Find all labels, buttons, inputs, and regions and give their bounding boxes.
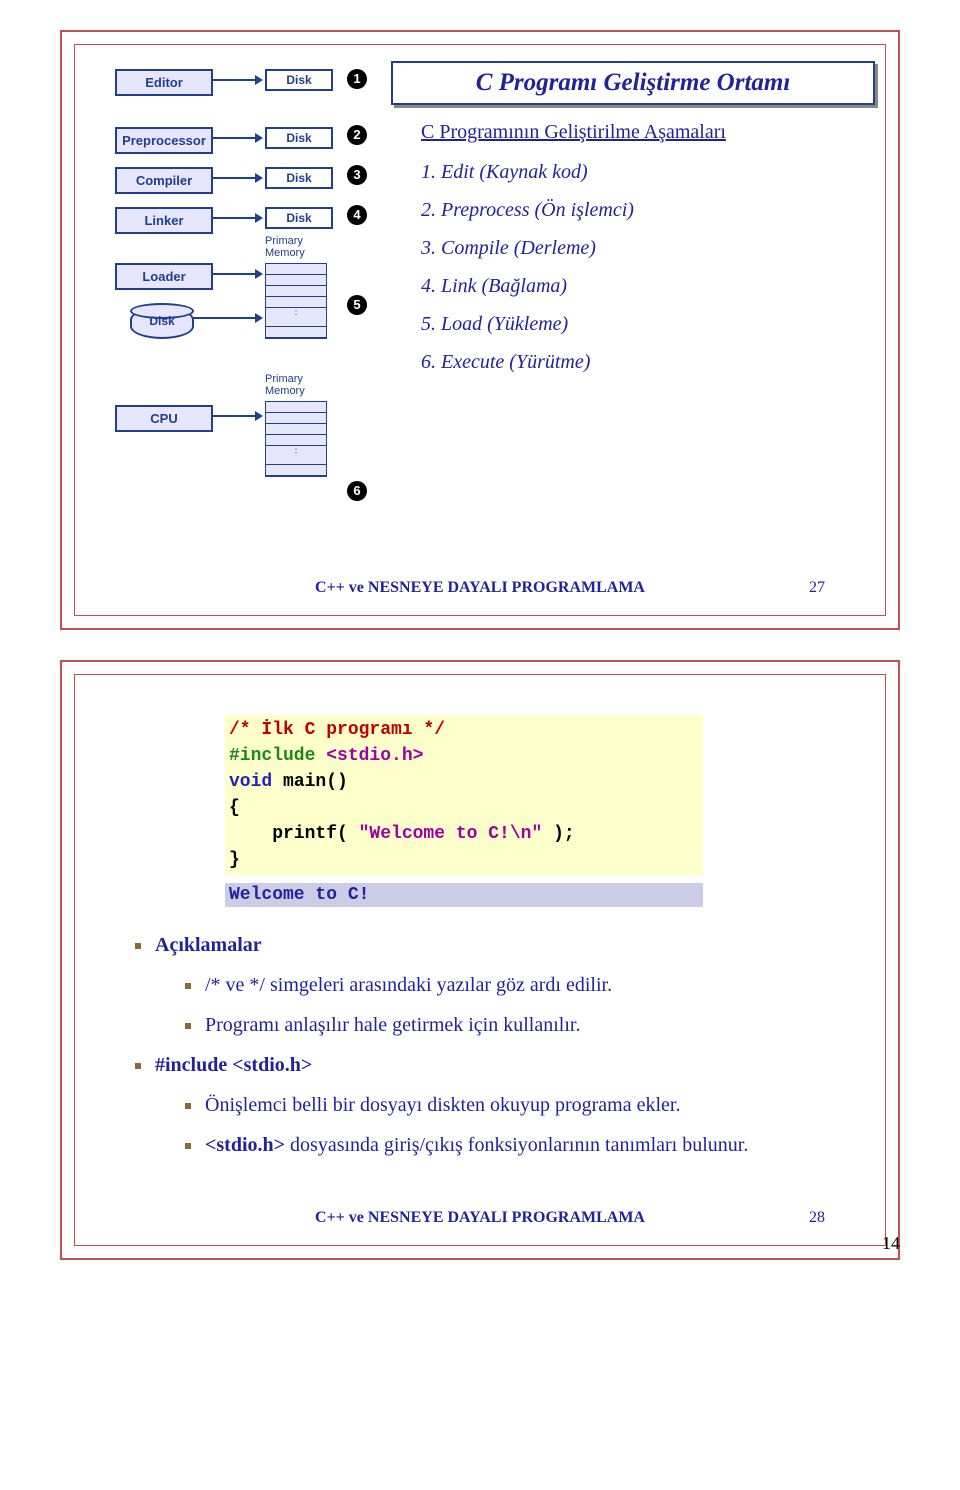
bullet-icon — [135, 943, 141, 949]
num-5: 5 — [347, 295, 367, 315]
code-main: main() — [272, 772, 348, 792]
slide-number: 28 — [809, 1209, 825, 1227]
arrow-4 — [211, 217, 261, 219]
num-3: 3 — [347, 165, 367, 185]
step-4: 4. Link (Bağlama) — [421, 267, 634, 305]
step-2: 2. Preprocess (Ön işlemci) — [421, 191, 634, 229]
footer-text: C++ ve NESNEYE DAYALI PROGRAMLAMA — [315, 1209, 645, 1226]
mem-label-1: Primary Memory — [265, 235, 305, 259]
disk-2: Disk — [265, 127, 333, 149]
step-3: 3. Compile (Derleme) — [421, 229, 634, 267]
arrow-5b — [193, 317, 261, 319]
bullet-stdio: <stdio.h> dosyasında giriş/çıkış fonksiy… — [185, 1125, 845, 1165]
num-6: 6 — [347, 481, 367, 501]
bullet-include: #include <stdio.h> — [135, 1045, 845, 1085]
code-comment: /* İlk C programı */ — [229, 720, 445, 740]
step-1: 1. Edit (Kaynak kod) — [421, 153, 634, 191]
bullet-icon — [185, 1023, 191, 1029]
code-brace-open: { — [229, 798, 240, 818]
slide-title-box: C Programı Geliştirme Ortamı — [391, 61, 875, 105]
slide-title: C Programı Geliştirme Ortamı — [476, 69, 791, 96]
stage-loader: Loader — [115, 263, 213, 290]
stage-compiler: Compiler — [115, 167, 213, 194]
slide-28: /* İlk C programı */ #include <stdio.h> … — [60, 660, 900, 1260]
code-void: void — [229, 772, 272, 792]
bullet-icon — [135, 1063, 141, 1069]
bullets: Açıklamalar /* ve */ simgeleri arasındak… — [135, 925, 845, 1165]
steps-list: 1. Edit (Kaynak kod) 2. Preprocess (Ön i… — [421, 153, 634, 381]
bullet-anlas: Programı anlaşılır hale getirmek için ku… — [185, 1005, 845, 1045]
slide-number: 27 — [809, 579, 825, 597]
output-text: Welcome to C! — [229, 885, 369, 905]
disk-4: Disk — [265, 207, 333, 229]
arrow-1 — [211, 79, 261, 81]
page-number: 14 — [882, 1233, 900, 1254]
step-5: 5. Load (Yükleme) — [421, 305, 634, 343]
bullet-icon — [185, 983, 191, 989]
slide-27: C Programı Geliştirme Ortamı C Programın… — [60, 30, 900, 630]
slide-footer: C++ ve NESNEYE DAYALI PROGRAMLAMA 27 — [75, 579, 885, 597]
code-include: #include — [229, 746, 326, 766]
code-string: "Welcome to C!\n" — [359, 824, 543, 844]
output-block: Welcome to C! — [225, 883, 703, 907]
disk-cylinder: Disk — [130, 307, 194, 339]
num-2: 2 — [347, 125, 367, 145]
bullet-onislemci: Önişlemci belli bir dosyayı diskten okuy… — [185, 1085, 845, 1125]
code-block: /* İlk C programı */ #include <stdio.h> … — [225, 715, 703, 875]
slide-inner: C Programı Geliştirme Ortamı C Programın… — [74, 44, 886, 616]
bullet-aciklamalar: Açıklamalar — [135, 925, 845, 965]
mem-block-1: ⋮ — [265, 263, 327, 339]
arrow-2 — [211, 137, 261, 139]
bullet-comment: /* ve */ simgeleri arasındaki yazılar gö… — [185, 965, 845, 1005]
slide-inner: /* İlk C programı */ #include <stdio.h> … — [74, 674, 886, 1246]
disk-1: Disk — [265, 69, 333, 91]
num-4: 4 — [347, 205, 367, 225]
bullet-icon — [185, 1103, 191, 1109]
step-6: 6. Execute (Yürütme) — [421, 343, 634, 381]
stage-cpu: CPU — [115, 405, 213, 432]
arrow-6 — [211, 415, 261, 417]
footer-text: C++ ve NESNEYE DAYALI PROGRAMLAMA — [315, 579, 645, 596]
code-brace-close: } — [229, 850, 240, 870]
bullet-icon — [185, 1143, 191, 1149]
mem-label-2: Primary Memory — [265, 373, 305, 397]
stage-preproc: Preprocessor — [115, 127, 213, 154]
code-printf: printf( — [229, 824, 359, 844]
slide-subtitle: C Programının Geliştirilme Aşamaları — [421, 121, 726, 144]
code-header: <stdio.h> — [326, 746, 423, 766]
arrow-3 — [211, 177, 261, 179]
mem-block-2: ⋮ — [265, 401, 327, 477]
disk-3: Disk — [265, 167, 333, 189]
arrow-5a — [211, 273, 261, 275]
num-1: 1 — [347, 69, 367, 89]
stage-editor: Editor — [115, 69, 213, 96]
stage-linker: Linker — [115, 207, 213, 234]
slide-footer: C++ ve NESNEYE DAYALI PROGRAMLAMA 28 — [75, 1209, 885, 1227]
code-printf-end: ); — [542, 824, 574, 844]
